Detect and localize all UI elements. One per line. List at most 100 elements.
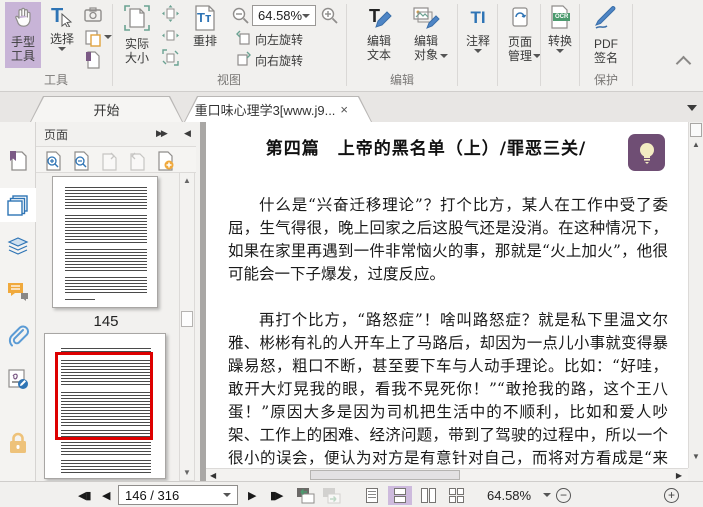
facing-view-icon[interactable]	[416, 486, 440, 505]
bookmarks-panel-icon[interactable]	[7, 150, 29, 172]
pdf-sign-label: PDF 签名	[593, 37, 618, 65]
edit-object-button[interactable]: 编辑 对象	[404, 2, 448, 68]
enlarge-thumbnails-icon[interactable]	[44, 151, 62, 171]
fit-width-icon[interactable]	[162, 27, 180, 45]
first-page-button[interactable]: ◀▮	[78, 482, 91, 507]
rotate-right-label: 向右旋转	[255, 53, 304, 68]
rotate-right-icon	[236, 51, 251, 69]
horizontal-scrollbar-thumb[interactable]	[310, 470, 460, 480]
view-group-label: 视图	[216, 73, 241, 87]
select-tool-icon: T	[50, 5, 74, 29]
zoom-percentage[interactable]: 64.58%	[487, 482, 531, 507]
navigation-panel-strip	[0, 122, 36, 481]
scroll-down-icon[interactable]: ▼	[180, 465, 194, 480]
page-thumbnail-145[interactable]	[52, 176, 158, 308]
page-management-button[interactable]: 页面 管理	[500, 2, 541, 68]
single-page-view-icon[interactable]	[360, 486, 384, 505]
layers-panel-icon[interactable]	[7, 234, 29, 256]
scroll-up-icon[interactable]: ▲	[689, 140, 703, 149]
tab-list-dropdown-icon[interactable]	[687, 105, 697, 111]
reduce-thumbnails-icon[interactable]	[72, 151, 90, 171]
page-thumbnail-146[interactable]	[44, 333, 166, 479]
zoom-combo-caret	[302, 13, 311, 18]
zoom-in-icon[interactable]	[321, 7, 339, 25]
pdf-sign-button[interactable]: PDF 签名	[583, 2, 629, 68]
fit-page-icon[interactable]	[162, 5, 180, 23]
pages-panel-toolbar	[36, 146, 196, 173]
zoom-in-button[interactable]: +	[664, 482, 679, 507]
expand-panel-icon[interactable]: ▶▶	[156, 128, 168, 139]
next-view-button[interactable]	[322, 482, 341, 507]
hand-tool-button[interactable]: 手型 工具	[5, 2, 41, 68]
rotate-right-button[interactable]: 向右旋转	[236, 51, 303, 69]
tab-start[interactable]: 开始	[30, 96, 183, 122]
pages-panel-title: 页面	[44, 127, 69, 142]
security-panel-icon[interactable]	[7, 432, 29, 454]
page-management-label: 页面 管理	[507, 35, 532, 63]
ribbon-zoom-combobox[interactable]: 64.58%	[252, 5, 316, 26]
ribbon-separator	[579, 4, 580, 86]
vertical-scrollbar[interactable]: ▲ ▼	[688, 122, 703, 468]
continuous-facing-view-icon[interactable]	[444, 486, 468, 505]
digital-signatures-panel-icon[interactable]	[7, 368, 29, 390]
ribbon-zoom-value: 64.58%	[258, 8, 303, 23]
vertical-scrollbar-thumb[interactable]	[690, 123, 702, 137]
collapse-panel-icon[interactable]: ◀	[184, 128, 191, 139]
scroll-up-icon[interactable]: ▲	[180, 173, 194, 188]
edit-object-caret	[440, 54, 448, 58]
actual-size-icon	[124, 5, 150, 34]
thumbnail-text-block	[65, 187, 147, 209]
page-field-caret	[223, 493, 231, 497]
actual-size-button[interactable]: 实际 大小	[118, 2, 156, 68]
zoom-out-icon[interactable]	[232, 7, 250, 25]
select-dropdown-caret	[58, 47, 66, 51]
lightbulb-tip-icon[interactable]	[628, 134, 665, 171]
protect-group-label: 保护	[593, 73, 618, 87]
tab-document[interactable]: 重口味心理学3[www.j9... ×	[184, 96, 372, 122]
previous-page-button[interactable]: ◀	[102, 482, 111, 507]
thumbnails-scrollbar[interactable]: ▲ ▼	[179, 172, 195, 481]
thumbnail-text-block	[65, 249, 147, 273]
zoom-out-button[interactable]: −	[556, 482, 571, 507]
fit-visible-icon[interactable]	[162, 49, 180, 67]
tab-close-icon[interactable]: ×	[340, 102, 348, 117]
foxit-reader-window: 手型 工具 T 选择 工具 实际 大小 Tᴛ 重排 64.58% 向左旋转 向右…	[0, 0, 703, 507]
next-page-button[interactable]: ▶	[248, 482, 257, 507]
comment-caret	[474, 49, 482, 53]
snapshot-camera-icon[interactable]	[84, 6, 102, 24]
reflow-label: 重排	[192, 34, 217, 48]
attachments-panel-icon[interactable]	[7, 325, 29, 347]
ribbon-separator	[632, 4, 633, 86]
last-page-button[interactable]: ▮▶	[270, 482, 283, 507]
reflow-icon: Tᴛ	[192, 5, 218, 31]
edit-text-label: 编辑 文本	[366, 34, 391, 62]
page-number-field[interactable]: 146 / 316	[118, 485, 238, 505]
collapse-ribbon-chevron-icon[interactable]	[678, 56, 689, 63]
document-tab-bar: 开始 重口味心理学3[www.j9... ×	[0, 92, 703, 122]
rotate-page-left-icon[interactable]	[100, 151, 118, 171]
thumbnails-scrollbar-thumb[interactable]	[181, 311, 193, 327]
comment-button[interactable]: TI 注释	[461, 2, 495, 68]
previous-view-button[interactable]	[296, 482, 315, 507]
edit-group-label: 编辑	[389, 73, 414, 87]
reflow-button[interactable]: Tᴛ 重排	[186, 2, 224, 68]
clipboard-paste-icon[interactable]	[84, 29, 102, 47]
horizontal-scrollbar[interactable]: ◀ ▶	[206, 468, 688, 481]
convert-caret	[556, 49, 564, 53]
rotate-left-button[interactable]: 向左旋转	[236, 30, 303, 48]
purple-page-tool-icon[interactable]	[84, 51, 102, 69]
convert-button[interactable]: OCR 转换	[543, 2, 577, 68]
paragraph-2: 再打个比方，“路怒症”！啥叫路怒症？就是私下里温文尔雅、彬彬有礼的人开车上了马路…	[228, 311, 668, 467]
rotate-page-right-icon[interactable]	[128, 151, 146, 171]
current-view-rectangle[interactable]	[55, 352, 153, 440]
pages-panel-icon[interactable]	[0, 188, 36, 222]
edit-text-button[interactable]: T 编辑 文本	[358, 2, 400, 68]
select-tool-button[interactable]: T 选择	[45, 2, 79, 68]
comments-panel-icon[interactable]	[7, 280, 29, 302]
scroll-down-icon[interactable]: ▼	[689, 452, 703, 461]
new-page-icon[interactable]	[156, 151, 174, 171]
continuous-view-icon[interactable]	[388, 486, 412, 505]
paragraph-1: 什么是“兴奋迁移理论”？打个比方，某人在工作中受了委屈，生气得很，晚上回家之后这…	[228, 196, 668, 283]
paste-dropdown-caret[interactable]	[104, 35, 112, 39]
zoom-dropdown-caret[interactable]	[543, 493, 551, 497]
